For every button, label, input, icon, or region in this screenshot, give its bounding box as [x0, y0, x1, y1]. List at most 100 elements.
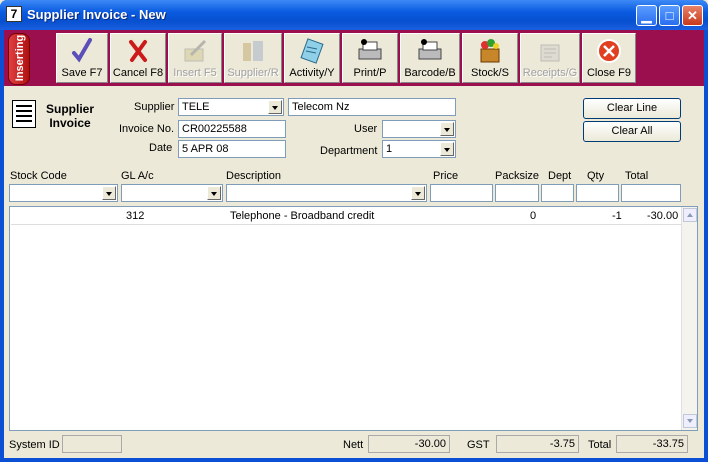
department-select[interactable]: 1: [382, 140, 456, 158]
row-description: Telephone - Broadband credit: [230, 210, 375, 222]
stock-code-input[interactable]: [9, 184, 118, 202]
insert-pen-icon: [184, 39, 207, 62]
total-label: Total: [588, 439, 612, 451]
clear-all-button[interactable]: Clear All: [583, 121, 681, 142]
date-field[interactable]: 5 APR 08: [178, 140, 286, 158]
row-total: -30.00: [647, 210, 679, 222]
app-icon: 7: [6, 6, 22, 22]
system-id-label: System ID: [9, 439, 60, 451]
mode-label: Inserting: [14, 34, 26, 82]
activity-button[interactable]: Activity/Y: [284, 33, 340, 83]
invoice-no-field[interactable]: CR00225588: [178, 120, 286, 138]
title-bar[interactable]: 7 Supplier Invoice - New ▁ □ ✕: [0, 0, 708, 30]
price-column-header: Price: [433, 170, 459, 182]
chevron-down-icon[interactable]: [102, 186, 116, 200]
cancel-button-label: Cancel F8: [112, 67, 164, 79]
window-title: Supplier Invoice - New: [27, 7, 166, 22]
cancel-button[interactable]: Cancel F8: [110, 33, 166, 83]
packsize-input[interactable]: [495, 184, 539, 202]
nett-field: -30.00: [368, 435, 450, 453]
gst-label: GST: [467, 439, 490, 451]
stock-code-column-header: Stock Code: [10, 170, 67, 182]
description-input[interactable]: [226, 184, 427, 202]
close-icon: ✕: [687, 8, 698, 23]
stock-button[interactable]: Stock/S: [462, 33, 518, 83]
row-packsize: 0: [530, 210, 537, 222]
close-window-button[interactable]: ✕: [682, 5, 703, 26]
invoice-lines-grid[interactable]: 312 Telephone - Broadband credit 0 -1 -3…: [9, 206, 698, 431]
form-heading-line1: Supplier: [46, 102, 95, 116]
barcode-printer-icon: [418, 39, 442, 60]
invoice-no-label: Invoice No.: [119, 123, 175, 135]
maximize-button[interactable]: □: [659, 5, 680, 26]
print-button-label: Print/P: [353, 67, 387, 79]
scroll-down-icon[interactable]: [683, 414, 697, 428]
maximize-icon: □: [665, 8, 674, 23]
row-gl-ac: 312: [126, 210, 145, 222]
supplier-label: Supplier: [134, 101, 175, 113]
save-button[interactable]: Save F7: [56, 33, 108, 83]
gl-ac-input[interactable]: [121, 184, 223, 202]
supplier-button-label: Supplier/R: [227, 67, 279, 79]
print-button[interactable]: Print/P: [342, 33, 398, 83]
gst-field: -3.75: [496, 435, 579, 453]
row-qty: -1: [612, 210, 622, 222]
mode-indicator: Inserting: [8, 33, 30, 85]
qty-input[interactable]: [576, 184, 619, 202]
barcode-button-label: Barcode/B: [404, 67, 456, 79]
app-window: 7 Supplier Invoice - New ▁ □ ✕ Inserting…: [0, 0, 708, 462]
close-button[interactable]: Close F9: [582, 33, 636, 83]
description-column-header: Description: [226, 170, 282, 182]
barcode-button[interactable]: Barcode/B: [400, 33, 460, 83]
minimize-button[interactable]: ▁: [636, 5, 657, 26]
checkmark-icon: [72, 38, 92, 63]
total-input[interactable]: [621, 184, 681, 202]
chevron-down-icon[interactable]: [207, 186, 221, 200]
invoice-document-icon: [12, 100, 36, 128]
supplier-button[interactable]: Supplier/R: [224, 33, 282, 83]
red-x-icon: [129, 40, 147, 62]
printer-icon: [358, 39, 382, 60]
chevron-down-icon[interactable]: [440, 142, 454, 156]
supplier-code-select[interactable]: TELE: [178, 98, 284, 116]
supplier-name-field[interactable]: Telecom Nz: [288, 98, 456, 116]
total-column-header: Total: [625, 170, 649, 182]
qty-column-header: Qty: [587, 170, 605, 182]
user-label: User: [354, 123, 378, 135]
minimize-icon: ▁: [641, 8, 652, 23]
price-input[interactable]: [430, 184, 493, 202]
system-id-field: [62, 435, 122, 453]
stock-button-label: Stock/S: [471, 67, 509, 79]
table-row[interactable]: 312 Telephone - Broadband credit 0 -1 -3…: [11, 209, 681, 225]
date-label: Date: [149, 142, 173, 154]
supplier-code-value: TELE: [182, 101, 210, 113]
receipts-button[interactable]: Receipts/G: [520, 33, 580, 83]
receipts-icon: [540, 44, 560, 62]
insert-button-label: Insert F5: [173, 67, 217, 79]
close-button-label: Close F9: [586, 67, 632, 79]
stock-box-icon: [480, 39, 500, 63]
packsize-column-header: Packsize: [495, 170, 540, 182]
gl-ac-column-header: GL A/c: [121, 170, 154, 182]
vertical-scrollbar[interactable]: [681, 207, 697, 430]
insert-button[interactable]: Insert F5: [168, 33, 222, 83]
grand-total-field: -33.75: [616, 435, 688, 453]
clear-line-button[interactable]: Clear Line: [583, 98, 681, 119]
receipts-button-label: Receipts/G: [522, 67, 578, 79]
nett-label: Nett: [343, 439, 364, 451]
chevron-down-icon[interactable]: [268, 100, 282, 114]
activity-scroll-icon: [300, 38, 324, 64]
department-value: 1: [386, 143, 393, 155]
chevron-down-icon[interactable]: [411, 186, 425, 200]
close-circle-icon: [597, 39, 621, 63]
chevron-down-icon[interactable]: [440, 122, 454, 136]
client-area: Inserting Save F7 Cancel F8 Insert F5 Su…: [4, 30, 704, 458]
activity-button-label: Activity/Y: [289, 67, 335, 79]
dept-input[interactable]: [541, 184, 574, 202]
supplier-icon: [243, 41, 263, 61]
department-label: Department: [320, 145, 378, 157]
form-heading: Supplier Invoice: [46, 102, 94, 130]
toolbar: Inserting Save F7 Cancel F8 Insert F5 Su…: [4, 30, 704, 86]
scroll-up-icon[interactable]: [683, 208, 697, 222]
user-select[interactable]: [382, 120, 456, 138]
